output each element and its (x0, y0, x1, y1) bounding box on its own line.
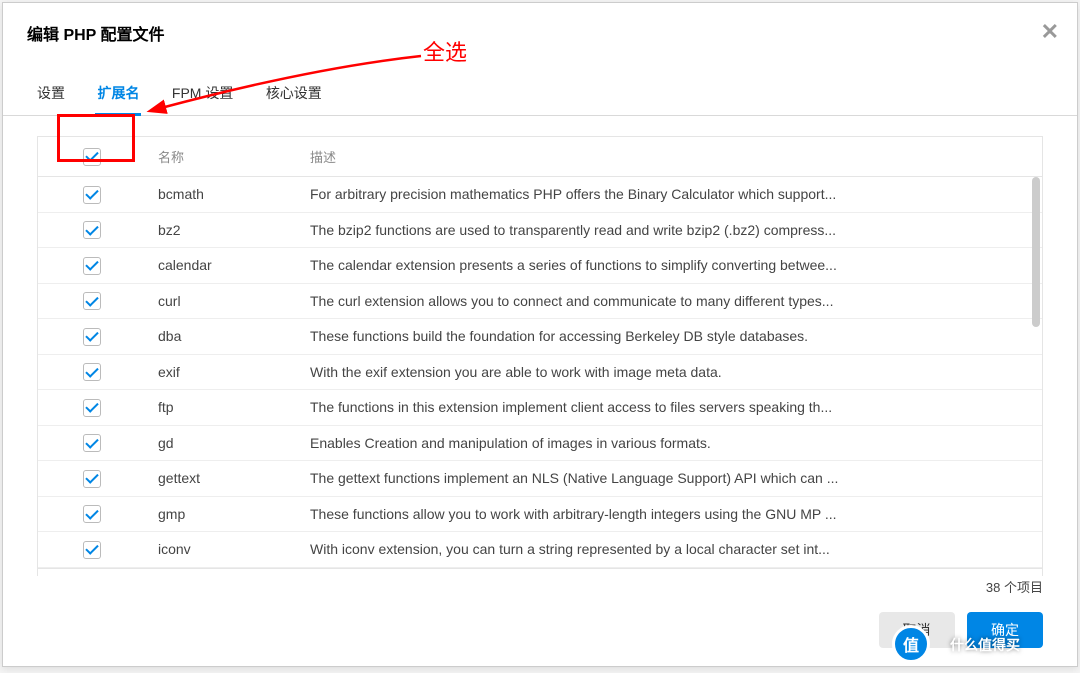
extensions-table-container: 名称 描述 bcmathFor arbitrary precision math… (37, 136, 1043, 576)
row-checkbox[interactable] (83, 399, 101, 417)
dialog-title: 编辑 PHP 配置文件 (27, 27, 165, 44)
tab-extensions[interactable]: 扩展名 (97, 73, 139, 115)
dialog: 编辑 PHP 配置文件 ✕ 设置 扩展名 FPM 设置 核心设置 全选 名称 描… (2, 2, 1078, 667)
row-name: ftp (146, 390, 298, 426)
row-checkbox[interactable] (83, 505, 101, 523)
select-all-checkbox[interactable] (83, 148, 101, 166)
header-name[interactable]: 名称 (146, 137, 298, 177)
row-desc: These functions allow you to work with a… (298, 496, 1042, 532)
header-desc[interactable]: 描述 (298, 137, 1042, 177)
row-checkbox-cell (38, 248, 146, 284)
row-name: calendar (146, 248, 298, 284)
row-desc: The functions in this extension implemen… (298, 390, 1042, 426)
row-checkbox[interactable] (83, 541, 101, 559)
row-checkbox-cell (38, 212, 146, 248)
tab-fpm-settings[interactable]: FPM 设置 (172, 73, 233, 115)
watermark-badge-icon: 值 (892, 625, 930, 663)
row-desc: For arbitrary precision mathematics PHP … (298, 177, 1042, 213)
row-desc: The gettext functions implement an NLS (… (298, 461, 1042, 497)
tab-settings[interactable]: 设置 (37, 73, 65, 115)
row-desc: The bzip2 functions are used to transpar… (298, 212, 1042, 248)
row-desc: The curl extension allows you to connect… (298, 283, 1042, 319)
table-row[interactable]: ftpThe functions in this extension imple… (38, 390, 1042, 426)
header-checkbox-cell (38, 137, 146, 177)
table-row[interactable]: calendarThe calendar extension presents … (38, 248, 1042, 284)
row-checkbox-cell (38, 354, 146, 390)
row-name: bz2 (146, 212, 298, 248)
table-row[interactable]: exifWith the exif extension you are able… (38, 354, 1042, 390)
row-name: dba (146, 319, 298, 355)
row-name: gmp (146, 496, 298, 532)
row-checkbox-cell (38, 390, 146, 426)
row-checkbox[interactable] (83, 434, 101, 452)
row-checkbox[interactable] (83, 292, 101, 310)
tabs: 设置 扩展名 FPM 设置 核心设置 (3, 73, 1077, 116)
table-row[interactable]: gmpThese functions allow you to work wit… (38, 496, 1042, 532)
row-checkbox-cell (38, 177, 146, 213)
table-row[interactable]: gdEnables Creation and manipulation of i… (38, 425, 1042, 461)
close-icon[interactable]: ✕ (1041, 21, 1059, 43)
table-row[interactable]: bcmathFor arbitrary precision mathematic… (38, 177, 1042, 213)
row-checkbox[interactable] (83, 328, 101, 346)
row-name: curl (146, 283, 298, 319)
row-checkbox[interactable] (83, 186, 101, 204)
item-count: 38 个项目 (37, 568, 1043, 596)
row-desc: The calendar extension presents a series… (298, 248, 1042, 284)
row-checkbox[interactable] (83, 363, 101, 381)
row-name: exif (146, 354, 298, 390)
row-checkbox-cell (38, 425, 146, 461)
dialog-header: 编辑 PHP 配置文件 ✕ (3, 3, 1077, 55)
extensions-table: 名称 描述 bcmathFor arbitrary precision math… (38, 137, 1042, 576)
row-name: gd (146, 425, 298, 461)
row-checkbox-cell (38, 319, 146, 355)
row-checkbox-cell (38, 283, 146, 319)
row-desc: With the exif extension you are able to … (298, 354, 1042, 390)
tab-core-settings[interactable]: 核心设置 (266, 73, 322, 115)
row-name: gettext (146, 461, 298, 497)
row-checkbox[interactable] (83, 221, 101, 239)
row-desc: These functions build the foundation for… (298, 319, 1042, 355)
table-row[interactable]: gettextThe gettext functions implement a… (38, 461, 1042, 497)
row-checkbox-cell (38, 461, 146, 497)
table-row[interactable]: dbaThese functions build the foundation … (38, 319, 1042, 355)
watermark-text: 什么值得买 (950, 635, 1020, 655)
table-row[interactable]: curlThe curl extension allows you to con… (38, 283, 1042, 319)
scrollbar[interactable] (1032, 177, 1040, 327)
row-desc: Enables Creation and manipulation of ima… (298, 425, 1042, 461)
row-checkbox[interactable] (83, 257, 101, 275)
row-checkbox[interactable] (83, 470, 101, 488)
row-checkbox-cell (38, 496, 146, 532)
row-name: bcmath (146, 177, 298, 213)
table-row[interactable]: bz2The bzip2 functions are used to trans… (38, 212, 1042, 248)
